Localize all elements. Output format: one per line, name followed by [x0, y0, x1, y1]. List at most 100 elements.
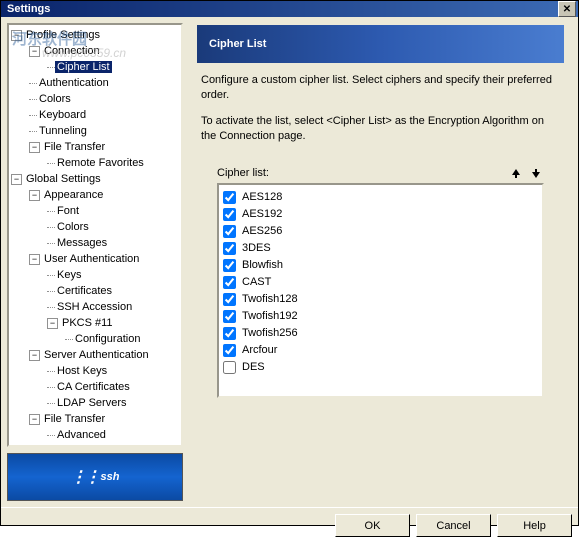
tree-item[interactable]: −Connection: [11, 43, 179, 59]
tree-label[interactable]: Authentication: [37, 77, 111, 89]
tree-item[interactable]: −User Authentication: [11, 251, 179, 267]
tree-label[interactable]: PKCS #11: [60, 317, 115, 329]
tree-item[interactable]: Remote Favorites: [11, 155, 179, 171]
tree-item[interactable]: −File Transfer: [11, 411, 179, 427]
tree-label[interactable]: Messages: [55, 237, 109, 249]
collapse-icon[interactable]: −: [29, 142, 40, 153]
cipher-row[interactable]: Blowfish: [223, 257, 538, 274]
tree-item[interactable]: Colors: [11, 91, 179, 107]
tree-label[interactable]: Font: [55, 205, 81, 217]
cipher-row[interactable]: Twofish192: [223, 308, 538, 325]
tree-label[interactable]: File Transfer: [42, 413, 107, 425]
cipher-checkbox[interactable]: [223, 293, 236, 306]
tree-item[interactable]: CA Certificates: [11, 379, 179, 395]
collapse-icon[interactable]: −: [29, 350, 40, 361]
move-up-button[interactable]: [508, 165, 524, 181]
tree-item[interactable]: Authentication: [11, 75, 179, 91]
tree-label[interactable]: Server Authentication: [42, 349, 151, 361]
tree-label[interactable]: Advanced: [55, 429, 108, 441]
cipher-name: AES256: [242, 225, 282, 237]
tree-item[interactable]: −PKCS #11: [11, 315, 179, 331]
cipher-checkbox[interactable]: [223, 259, 236, 272]
tree-label[interactable]: Profile Settings: [24, 29, 102, 41]
titlebar[interactable]: Settings ✕: [1, 1, 578, 17]
cipher-list-box[interactable]: AES128AES192AES2563DESBlowfishCASTTwofis…: [217, 183, 544, 398]
cipher-row[interactable]: AES256: [223, 223, 538, 240]
collapse-icon[interactable]: −: [47, 318, 58, 329]
cipher-row[interactable]: AES128: [223, 189, 538, 206]
cipher-checkbox[interactable]: [223, 310, 236, 323]
cipher-checkbox[interactable]: [223, 327, 236, 340]
tree-item[interactable]: Certificates: [11, 283, 179, 299]
cipher-checkbox[interactable]: [223, 242, 236, 255]
tree-label[interactable]: Keyboard: [37, 109, 88, 121]
cipher-row[interactable]: 3DES: [223, 240, 538, 257]
cipher-checkbox[interactable]: [223, 344, 236, 357]
tree-label[interactable]: Host Keys: [55, 365, 109, 377]
tree-label[interactable]: CA Certificates: [55, 381, 132, 393]
collapse-icon[interactable]: −: [29, 414, 40, 425]
tree-item[interactable]: Messages: [11, 235, 179, 251]
tree-label[interactable]: Global Settings: [24, 173, 103, 185]
logo-text: ssh: [101, 471, 120, 483]
cipher-checkbox[interactable]: [223, 191, 236, 204]
tree-item[interactable]: −Global Settings: [11, 171, 179, 187]
tree-label[interactable]: LDAP Servers: [55, 397, 129, 409]
tree-item[interactable]: −File Transfer: [11, 139, 179, 155]
tree-item[interactable]: −Profile Settings: [11, 27, 179, 43]
cipher-group: Cipher list: AES128AES192AES2563DESBlowf…: [197, 165, 564, 398]
tree-label[interactable]: Colors: [55, 221, 91, 233]
cipher-row[interactable]: CAST: [223, 274, 538, 291]
tree-label[interactable]: Tunneling: [37, 125, 89, 137]
tree-item[interactable]: Keys: [11, 267, 179, 283]
tree-item[interactable]: Tunneling: [11, 123, 179, 139]
cipher-name: Twofish256: [242, 327, 298, 339]
tree-item[interactable]: −Server Authentication: [11, 347, 179, 363]
tree-label[interactable]: Appearance: [42, 189, 105, 201]
tree-item[interactable]: Advanced: [11, 427, 179, 443]
cipher-row[interactable]: AES192: [223, 206, 538, 223]
collapse-icon[interactable]: −: [11, 174, 22, 185]
cipher-row[interactable]: Twofish128: [223, 291, 538, 308]
tree-label[interactable]: Keys: [55, 269, 83, 281]
tree-item[interactable]: Configuration: [11, 331, 179, 347]
collapse-icon[interactable]: −: [29, 46, 40, 57]
tree-item[interactable]: Colors: [11, 219, 179, 235]
tree-label[interactable]: Remote Favorites: [55, 157, 146, 169]
close-button[interactable]: ✕: [558, 1, 576, 17]
button-row: OK Cancel Help: [1, 507, 578, 543]
tree-label[interactable]: SSH Accession: [55, 301, 134, 313]
cipher-row[interactable]: Arcfour: [223, 342, 538, 359]
tree-item[interactable]: Keyboard: [11, 107, 179, 123]
collapse-icon[interactable]: −: [29, 190, 40, 201]
tree-item[interactable]: Cipher List: [11, 59, 179, 75]
move-down-button[interactable]: [528, 165, 544, 181]
cipher-row[interactable]: DES: [223, 359, 538, 376]
cipher-checkbox[interactable]: [223, 225, 236, 238]
cipher-name: Arcfour: [242, 344, 277, 356]
cipher-checkbox[interactable]: [223, 276, 236, 289]
cipher-name: 3DES: [242, 242, 271, 254]
tree-item[interactable]: LDAP Servers: [11, 395, 179, 411]
cipher-checkbox[interactable]: [223, 208, 236, 221]
tree-item[interactable]: SSH Accession: [11, 299, 179, 315]
collapse-icon[interactable]: −: [29, 254, 40, 265]
tree-label[interactable]: Certificates: [55, 285, 114, 297]
tree-label[interactable]: File Transfer: [42, 141, 107, 153]
tree-item[interactable]: Font: [11, 203, 179, 219]
cipher-row[interactable]: Twofish256: [223, 325, 538, 342]
tree-label[interactable]: Cipher List: [55, 61, 112, 73]
settings-tree[interactable]: −Profile Settings−ConnectionCipher ListA…: [7, 23, 183, 447]
tree-item[interactable]: −Appearance: [11, 187, 179, 203]
collapse-icon[interactable]: −: [11, 30, 22, 41]
tree-label[interactable]: Colors: [37, 93, 73, 105]
tree-item[interactable]: Host Keys: [11, 363, 179, 379]
cipher-name: Twofish192: [242, 310, 298, 322]
content-area: −Profile Settings−ConnectionCipher ListA…: [1, 17, 578, 507]
logo-dots-icon: ⋮⋮: [71, 467, 99, 487]
cipher-checkbox[interactable]: [223, 361, 236, 374]
tree-label[interactable]: Connection: [42, 45, 102, 57]
tree-label[interactable]: User Authentication: [42, 253, 141, 265]
tree-label[interactable]: Configuration: [73, 333, 142, 345]
right-panel: Cipher List Configure a custom cipher li…: [189, 23, 572, 501]
